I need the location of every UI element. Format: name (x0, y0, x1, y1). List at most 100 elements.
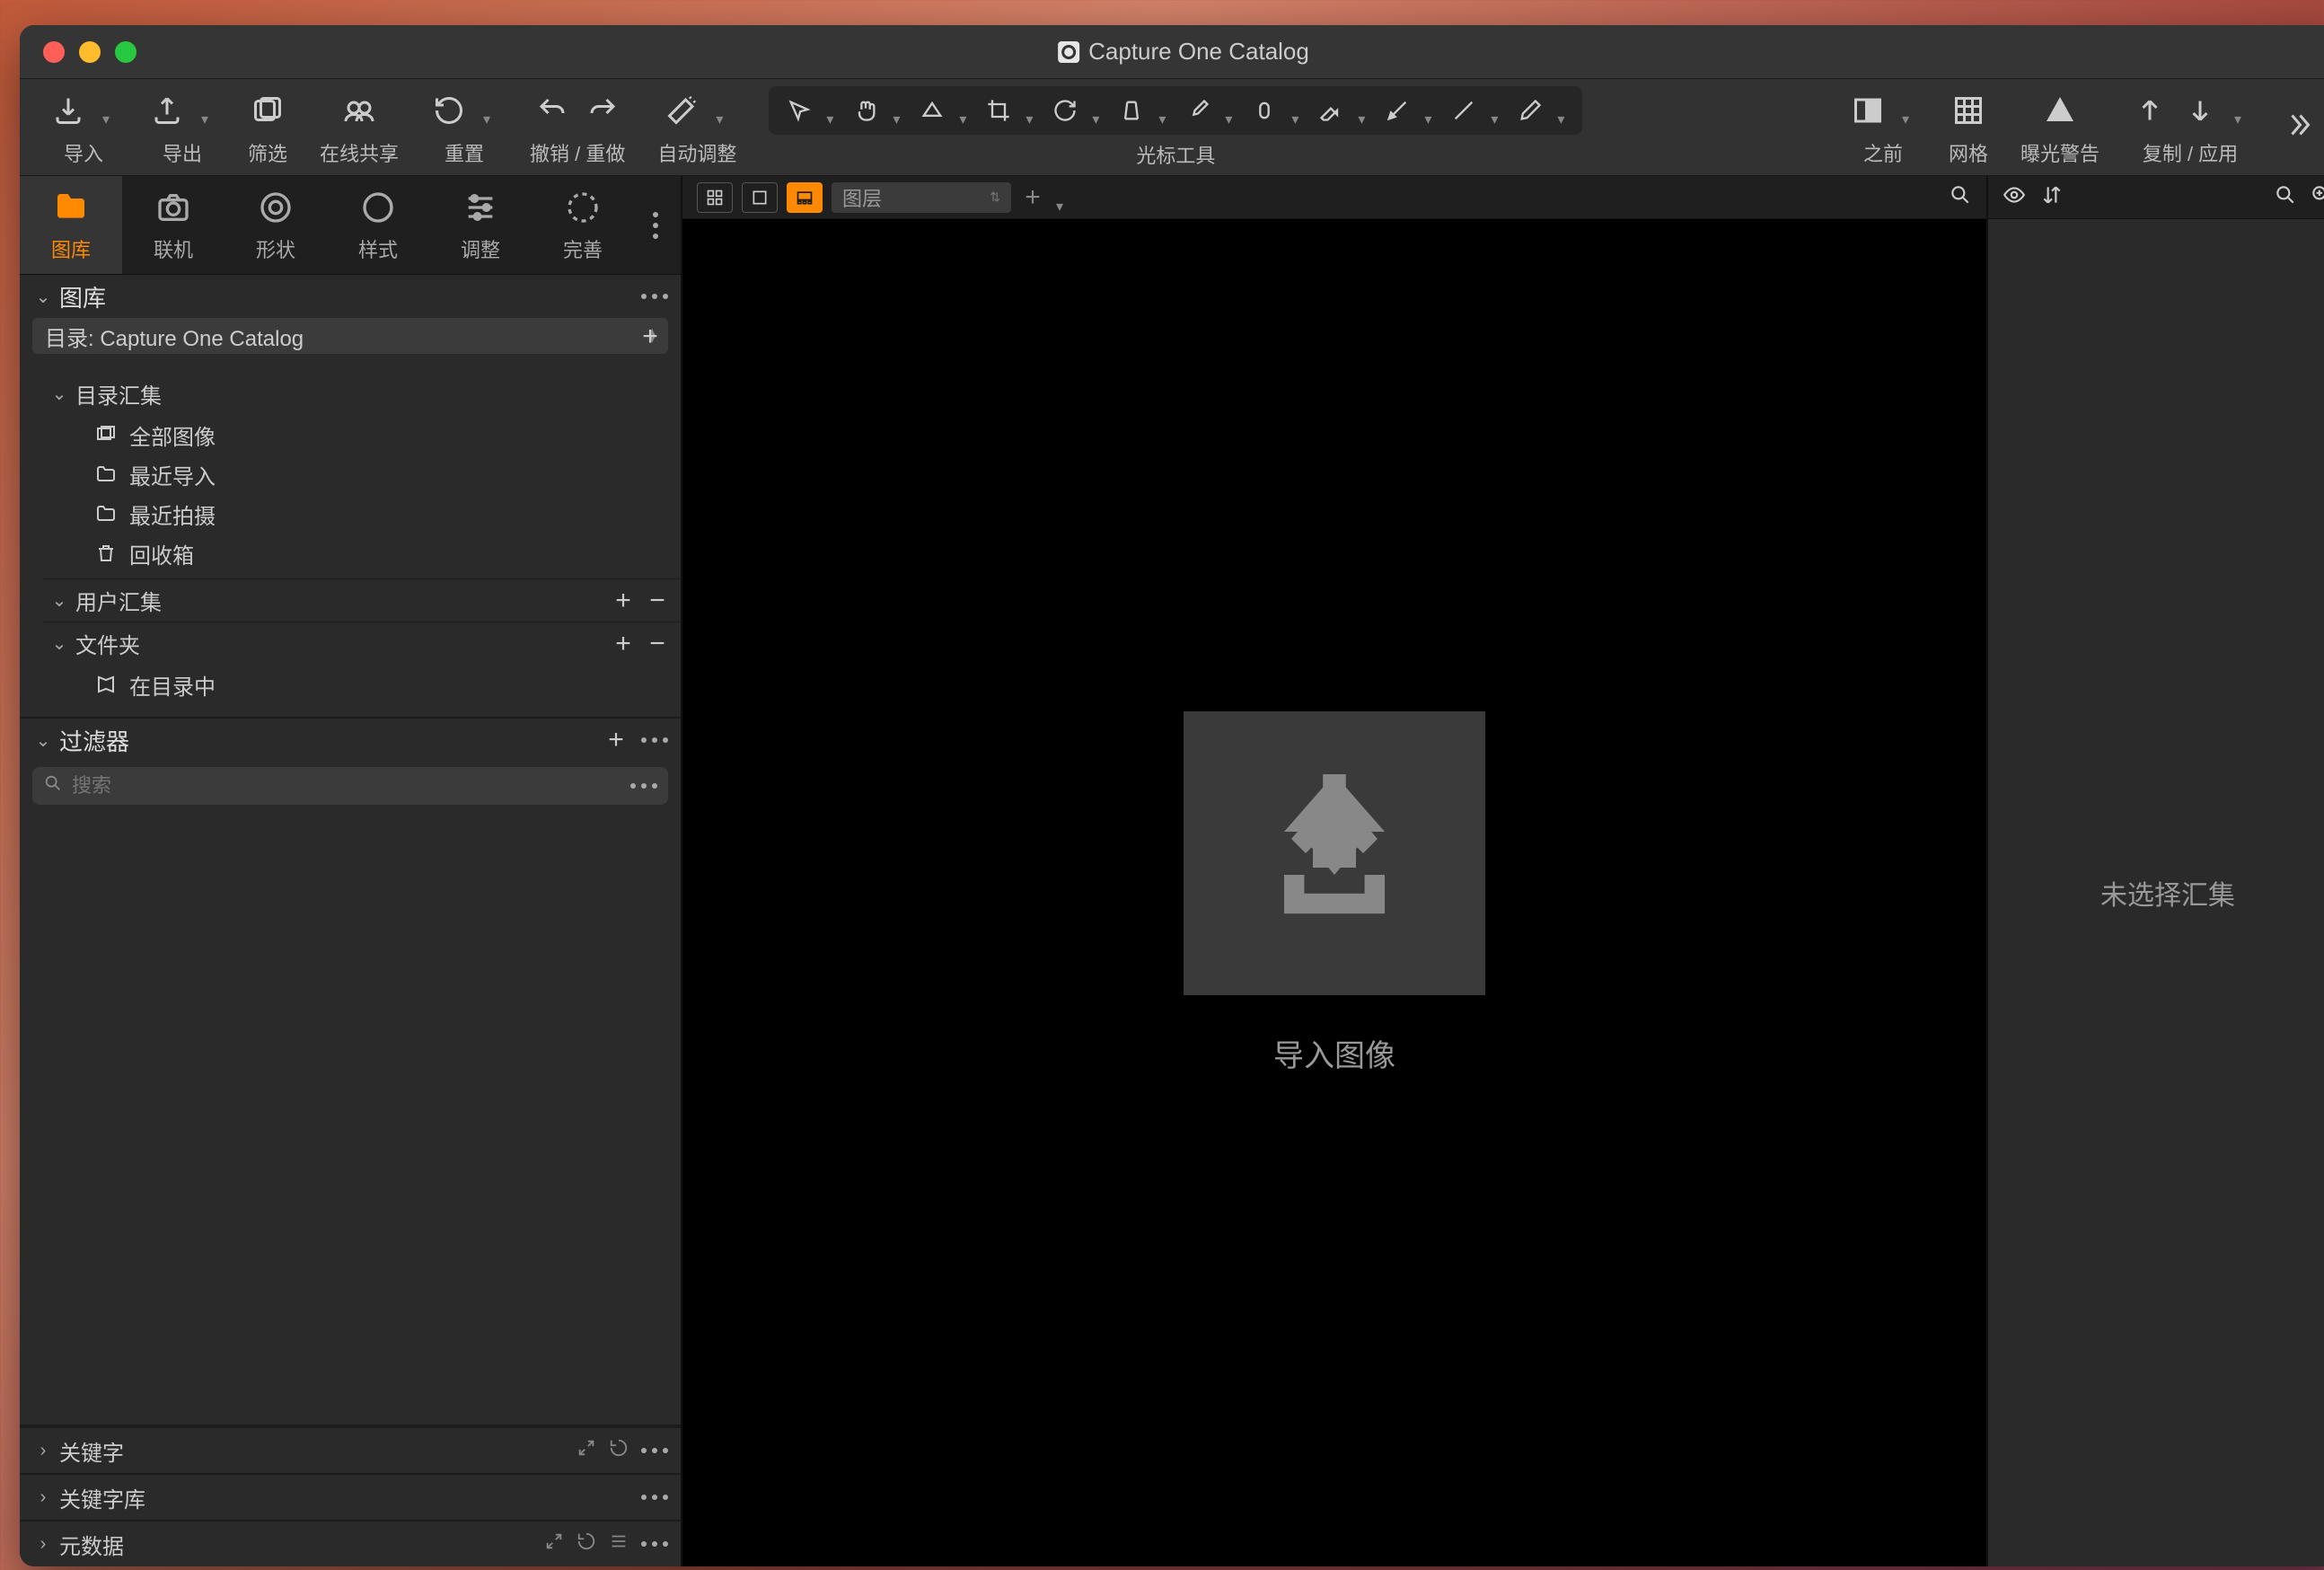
chevron-down-icon[interactable] (1026, 106, 1040, 115)
toolbar-reset[interactable]: 重置 (415, 84, 514, 171)
zoom-icon[interactable] (2310, 183, 2324, 212)
add-folder-button[interactable]: + (611, 629, 636, 659)
toolbar-export[interactable]: 导出 (133, 84, 232, 171)
chevron-down-icon[interactable] (1557, 106, 1571, 115)
annotation-tool[interactable] (1510, 98, 1550, 123)
more-button[interactable] (641, 1495, 668, 1500)
more-button[interactable] (641, 294, 668, 299)
keystone-tool[interactable] (1112, 98, 1151, 123)
loupe-tool[interactable] (912, 98, 952, 123)
chevron-down-icon[interactable] (959, 106, 973, 115)
maximize-window-button[interactable] (115, 41, 136, 63)
add-catalog-button[interactable]: + (638, 322, 663, 352)
chevron-down-icon[interactable] (483, 106, 497, 115)
brush-tool[interactable] (1178, 98, 1218, 123)
sort-icon[interactable] (2040, 183, 2064, 212)
eye-icon[interactable] (2003, 183, 2026, 212)
hand-tool[interactable] (846, 98, 885, 123)
tab-tether[interactable]: 联机 (122, 176, 224, 274)
chevron-down-icon[interactable] (1092, 106, 1106, 115)
chevron-down-icon[interactable] (1291, 106, 1306, 115)
viewer-search-button[interactable] (1949, 183, 1972, 212)
chevron-down-icon[interactable] (1225, 106, 1239, 115)
chevron-down-icon[interactable] (2234, 106, 2249, 115)
chevron-down-icon[interactable] (1056, 193, 1070, 202)
toolbar-undo-redo[interactable]: 撤销 / 重做 (514, 84, 641, 171)
user-collections-group[interactable]: ⌄ 用户汇集 +− (43, 578, 681, 622)
pointer-tool[interactable] (779, 98, 819, 123)
undo-icon[interactable] (534, 93, 570, 128)
toolbar-auto-adjust[interactable]: 自动调整 (641, 84, 753, 171)
tab-style[interactable]: 样式 (327, 176, 429, 274)
chevron-down-icon[interactable] (102, 106, 117, 115)
chevron-down-icon[interactable] (1902, 106, 1916, 115)
minimize-window-button[interactable] (79, 41, 101, 63)
toolbar-before[interactable]: 之前 (1834, 84, 1932, 171)
reset-icon[interactable] (609, 1438, 629, 1464)
expand-icon[interactable] (577, 1438, 596, 1464)
tab-library[interactable]: 图库 (20, 176, 122, 274)
remove-collection-button[interactable]: − (645, 586, 670, 616)
remove-folder-button[interactable]: − (645, 629, 670, 659)
chevron-down-icon[interactable] (1491, 106, 1505, 115)
mask-tool[interactable] (1444, 98, 1483, 123)
toolbar-grid[interactable]: 网格 (1932, 84, 2004, 171)
tree-item-recent-captures[interactable]: 最近拍摄 (43, 494, 681, 534)
catalog-selector[interactable]: 目录: Capture One Catalog ▴▾ (32, 318, 668, 354)
apply-down-icon[interactable] (2182, 93, 2218, 128)
layer-selector[interactable]: 图层 ⇅ (832, 182, 1011, 213)
view-single-button[interactable] (742, 182, 778, 213)
list-icon[interactable] (609, 1531, 629, 1557)
more-button[interactable] (641, 1541, 668, 1547)
heal-tool[interactable] (1245, 98, 1284, 123)
expand-icon[interactable] (544, 1531, 564, 1557)
import-images-button[interactable] (1184, 711, 1485, 995)
section-keywords[interactable]: › 关键字 (20, 1426, 681, 1473)
chevron-down-icon[interactable] (1158, 106, 1173, 115)
rotate-tool[interactable] (1045, 98, 1085, 123)
tab-adjust[interactable]: 调整 (429, 176, 532, 274)
tab-shape[interactable]: 形状 (224, 176, 327, 274)
add-layer-button[interactable]: + (1020, 182, 1045, 213)
chevron-down-icon[interactable] (201, 106, 216, 115)
tree-item-all-images[interactable]: 全部图像 (43, 415, 681, 454)
add-filter-button[interactable]: + (603, 725, 629, 755)
tree-item-in-catalog[interactable]: 在目录中 (43, 665, 681, 704)
catalog-collections-group[interactable]: ⌄ 目录汇集 (43, 372, 681, 415)
filter-search-input[interactable] (72, 774, 630, 798)
copy-up-icon[interactable] (2132, 93, 2168, 128)
view-grid-button[interactable] (697, 182, 733, 213)
chevron-down-icon[interactable] (893, 106, 907, 115)
folders-group[interactable]: ⌄ 文件夹 +− (43, 622, 681, 665)
section-keyword-library[interactable]: › 关键字库 (20, 1473, 681, 1520)
close-window-button[interactable] (43, 41, 65, 63)
toolbar-share[interactable]: 在线共享 (304, 84, 415, 171)
chevron-down-icon[interactable] (1424, 106, 1439, 115)
tab-more-button[interactable] (634, 176, 677, 274)
redo-icon[interactable] (585, 93, 621, 128)
toolbar-exposure-warning[interactable]: 曝光警告 (2004, 84, 2116, 171)
more-button[interactable] (641, 1448, 668, 1453)
reset-icon[interactable] (577, 1531, 596, 1557)
toolbar-import[interactable]: 导入 (34, 84, 133, 171)
search-more-button[interactable] (630, 783, 657, 789)
crop-tool[interactable] (979, 98, 1018, 123)
view-filmstrip-button[interactable] (787, 182, 823, 213)
toolbar-cull[interactable]: 筛选 (232, 84, 304, 171)
tab-refine[interactable]: 完善 (532, 176, 634, 274)
tree-item-trash[interactable]: 回收箱 (43, 534, 681, 573)
filters-header[interactable]: ⌄ 过滤器 + (20, 719, 681, 762)
more-button[interactable] (641, 737, 668, 743)
gradient-tool[interactable] (1378, 98, 1417, 123)
search-icon[interactable] (2274, 183, 2297, 212)
toolbar-overflow[interactable] (2265, 99, 2324, 156)
chevron-down-icon[interactable] (826, 106, 841, 115)
toolbar-copy-apply[interactable]: 复制 / 应用 (2116, 84, 2265, 171)
chevron-down-icon[interactable] (716, 106, 730, 115)
section-metadata[interactable]: › 元数据 (20, 1520, 681, 1566)
library-header[interactable]: ⌄ 图库 (20, 275, 681, 318)
eraser-tool[interactable] (1311, 98, 1351, 123)
chevron-down-icon[interactable] (1358, 106, 1372, 115)
filter-search[interactable] (32, 767, 668, 805)
add-collection-button[interactable]: + (611, 586, 636, 616)
